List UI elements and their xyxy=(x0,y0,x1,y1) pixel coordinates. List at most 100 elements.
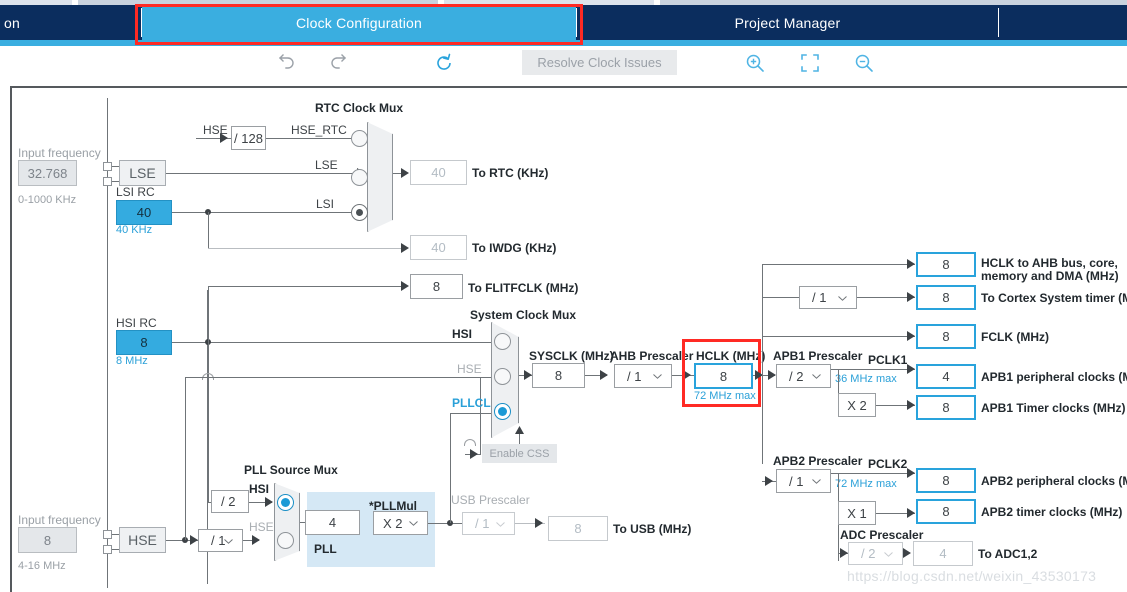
hse-divider-select[interactable]: / 1 xyxy=(198,529,243,552)
resolve-clock-issues-label: Resolve Clock Issues xyxy=(537,55,662,70)
arrow-usb-out xyxy=(535,518,543,528)
chevron-down-icon xyxy=(224,538,233,544)
lse-input-frequency-field[interactable]: 32.768 xyxy=(18,160,77,186)
to-flitfclk-value: 8 xyxy=(432,279,441,294)
fit-to-screen-icon[interactable] xyxy=(797,50,823,76)
chevron-down-icon xyxy=(812,374,821,379)
arrow-div1-pllmux xyxy=(252,535,260,545)
pclk1-max-label: 36 MHz max xyxy=(835,373,897,385)
wire-hclk-fclk xyxy=(762,336,915,337)
apb1-multiplier-box: X 2 xyxy=(838,393,876,417)
ahb-prescaler-select[interactable]: / 1 xyxy=(614,364,672,388)
chevron-down-icon xyxy=(812,479,821,484)
chevron-down-icon xyxy=(496,521,505,527)
zoom-in-icon[interactable] xyxy=(742,50,768,76)
pclk2-label: PCLK2 xyxy=(868,457,908,471)
hsi-sub-label: 8 MHz xyxy=(116,355,148,367)
pll-value-box[interactable]: 4 xyxy=(305,510,360,535)
apb1-multiplier-value: X 2 xyxy=(847,397,867,413)
pll-source-mux-title: PLL Source Mux xyxy=(244,463,338,477)
hclk-ahb-bus-label-line2: memory and DMA (MHz) xyxy=(981,269,1119,283)
hse-pin-bottom xyxy=(103,545,112,554)
sysmux-radio-hse[interactable] xyxy=(494,368,511,385)
sysmux-radio-hsi[interactable] xyxy=(494,333,511,350)
wire-lsi-to-iwdg xyxy=(208,248,405,249)
pll-hsi-divider-box: / 2 xyxy=(211,490,249,513)
fclk-value: 8 xyxy=(942,329,950,344)
pll-mux-radio-hse[interactable] xyxy=(277,532,294,549)
arrow-hclk-apb1 xyxy=(768,370,776,380)
hse-pin-top xyxy=(103,530,112,539)
hsi-value-box[interactable]: 8 xyxy=(116,330,172,355)
tab-label: Project Manager xyxy=(734,14,841,31)
usb-prescaler-select[interactable]: / 1 xyxy=(462,512,515,535)
sysmux-radio-pllclk[interactable] xyxy=(494,403,511,420)
apb1-peripheral-clocks-box: 4 xyxy=(916,364,976,389)
arrow-apb1-periph xyxy=(907,364,915,374)
rtc-mux-radio-lsi[interactable] xyxy=(351,204,368,221)
rtc-mux-input-label-hse-rtc: HSE_RTC xyxy=(291,123,347,137)
lse-pin-bottom xyxy=(103,177,112,186)
wire-lse-to-mux xyxy=(166,173,359,174)
apb1-prescaler-select[interactable]: / 2 xyxy=(776,364,831,388)
adc-prescaler-select[interactable]: / 2 xyxy=(848,542,903,565)
sysclk-value: 8 xyxy=(554,368,563,383)
refresh-icon[interactable] xyxy=(431,50,457,76)
arrow-div2-pllmux xyxy=(265,497,273,507)
to-iwdg-label: To IWDG (KHz) xyxy=(472,241,557,255)
rtc-mux-radio-hse-rtc[interactable] xyxy=(351,130,368,147)
lsi-value-box[interactable]: 40 xyxy=(116,200,172,225)
oscillator-rail-left xyxy=(107,98,108,588)
pllmul-select[interactable]: X 2 xyxy=(373,511,428,535)
to-rtc-label: To RTC (KHz) xyxy=(472,166,549,180)
hse-oscillator-box[interactable]: HSE xyxy=(119,527,166,553)
arrow-sysclk-ahb xyxy=(600,370,608,380)
arrow-hse-div1 xyxy=(190,535,198,545)
pll-mux-radio-hsi[interactable] xyxy=(277,494,294,511)
lse-pin-top xyxy=(103,162,112,171)
arrow-to-flitfclk xyxy=(401,281,409,291)
pll-value: 4 xyxy=(328,515,337,530)
arrow-apb2-pre xyxy=(765,476,773,486)
wire-hsi-down-pll xyxy=(208,342,209,502)
pclk2-max-label: 72 MHz max xyxy=(835,478,897,490)
apb2-timer-clocks-box: 8 xyxy=(916,499,976,524)
tab-pinout-configuration[interactable]: on xyxy=(0,5,140,40)
apb2-peripheral-clocks-value: 8 xyxy=(942,473,950,488)
ahb-prescaler-value: / 1 xyxy=(627,368,642,384)
rtc-mux-radio-lse[interactable] xyxy=(351,169,368,186)
enable-css-button[interactable]: Enable CSS xyxy=(482,444,557,463)
apb1-timer-clocks-label: APB1 Timer clocks (MHz) xyxy=(981,401,1126,415)
tab-project-manager[interactable]: Project Manager xyxy=(577,5,998,40)
arrow-hse-div128 xyxy=(220,133,228,143)
arrow-to-iwdg xyxy=(401,243,409,253)
sysmux-input-label-hse: HSE xyxy=(457,362,482,376)
redo-icon[interactable] xyxy=(327,50,353,76)
apb2-peripheral-clocks-box: 8 xyxy=(916,468,976,493)
sysmux-input-label-hsi: HSI xyxy=(452,327,473,341)
to-adc-box: 4 xyxy=(913,541,973,566)
apb2-timer-clocks-value: 8 xyxy=(942,504,950,519)
apb1-timer-clocks-box: 8 xyxy=(916,395,976,420)
cortex-prescaler-select[interactable]: / 1 xyxy=(799,286,857,309)
wire-hsi-up xyxy=(208,286,209,343)
arrow-sysmux-out xyxy=(524,370,532,380)
lse-oscillator-box[interactable]: LSE xyxy=(119,160,166,186)
pll-mux-input-label-hsi: HSI xyxy=(249,482,270,496)
undo-icon[interactable] xyxy=(272,50,298,76)
pll-hsi-divider-value: / 2 xyxy=(221,494,236,509)
tab-tools[interactable] xyxy=(999,5,1127,40)
chevron-down-icon xyxy=(409,521,418,526)
hse-input-frequency-field[interactable]: 8 xyxy=(18,527,77,553)
rtc-clock-mux[interactable] xyxy=(367,122,393,232)
cortex-system-timer-label: To Cortex System timer (MHz) xyxy=(981,291,1127,305)
resolve-clock-issues-button[interactable]: Resolve Clock Issues xyxy=(522,50,677,75)
rtc-hse-divider-box: / 128 xyxy=(231,126,266,150)
clock-tree-canvas[interactable]: Input frequency 32.768 0-1000 KHz LSE LS… xyxy=(10,86,1127,592)
cortex-system-timer-box: 8 xyxy=(916,285,976,310)
zoom-out-icon[interactable] xyxy=(851,50,877,76)
wire-css-feed-v xyxy=(480,377,481,454)
cortex-system-timer-value: 8 xyxy=(942,290,950,305)
apb2-prescaler-select[interactable]: / 1 xyxy=(776,469,831,493)
to-flitfclk-label: To FLITFCLK (MHz) xyxy=(468,281,579,295)
